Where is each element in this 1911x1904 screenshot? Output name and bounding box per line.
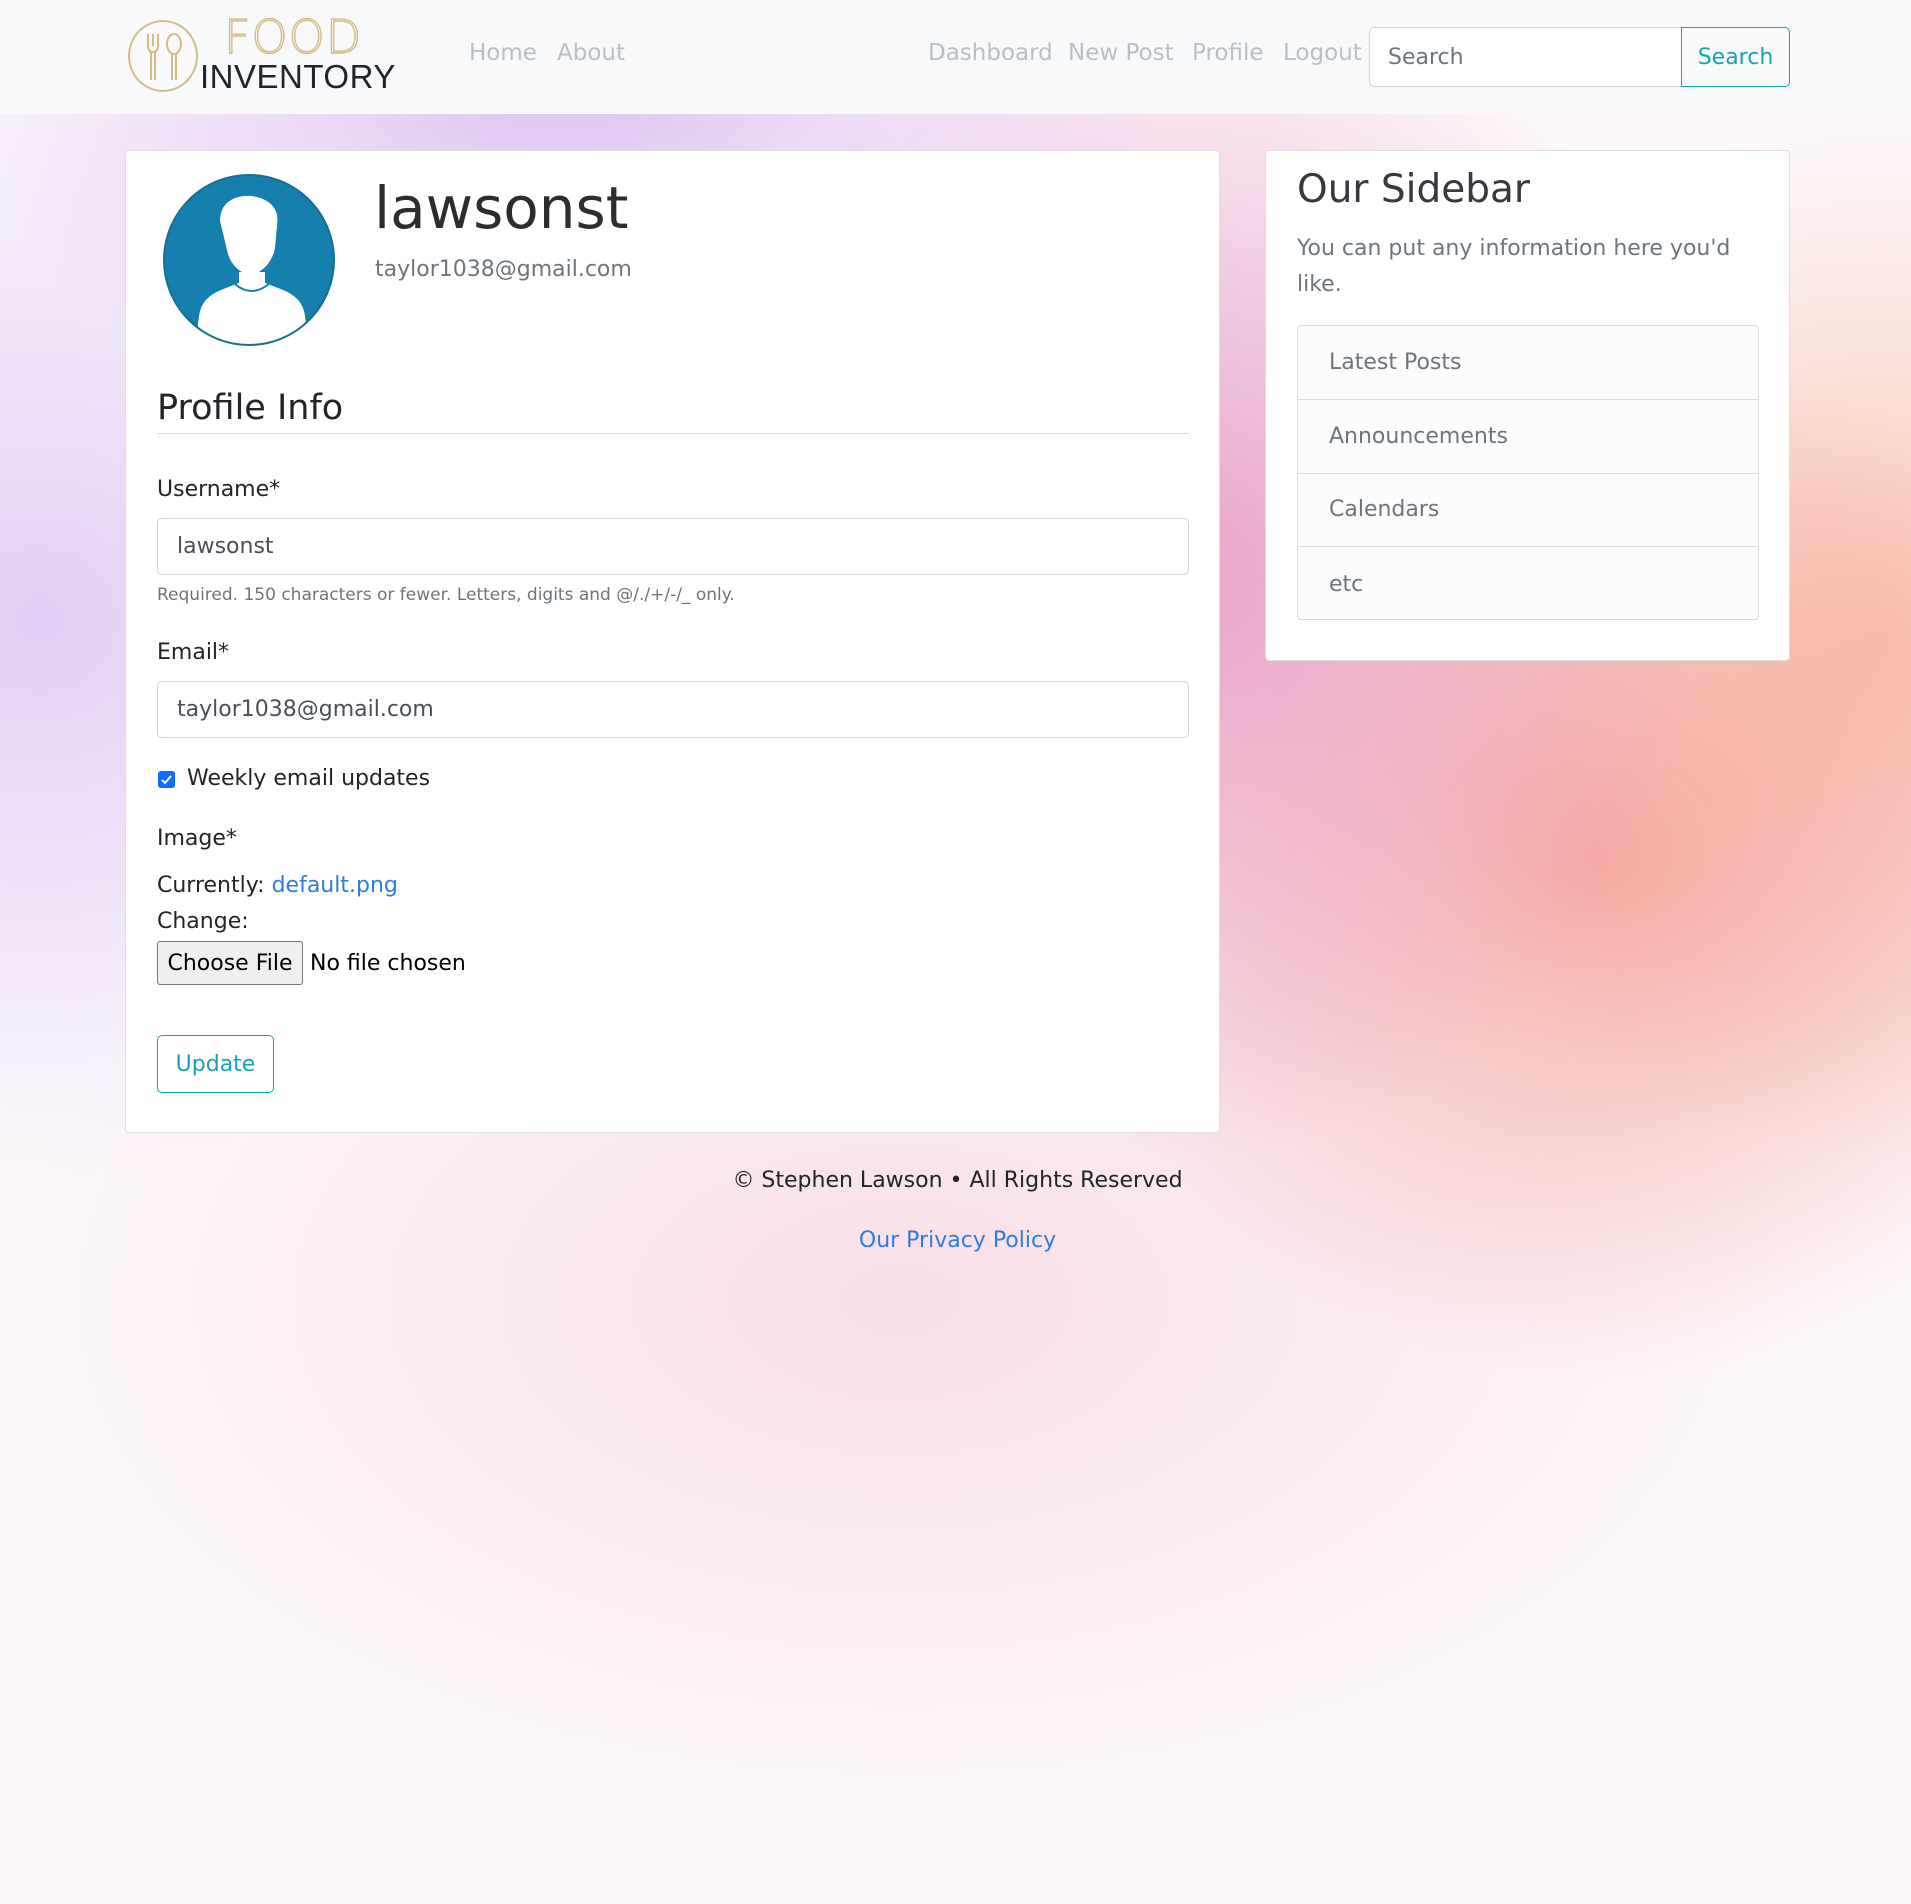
username-input[interactable]	[157, 518, 1189, 575]
nav-profile-link[interactable]: Profile	[1192, 42, 1264, 65]
sidebar-item-announcements[interactable]: Announcements	[1298, 400, 1758, 474]
search-input[interactable]	[1369, 27, 1682, 87]
nav-new-post-link[interactable]: New Post	[1068, 42, 1174, 65]
sidebar-card: Our Sidebar You can put any information …	[1265, 150, 1790, 661]
username-label: Username*	[157, 477, 281, 502]
nav-about-link[interactable]: About	[557, 42, 625, 65]
section-divider	[157, 433, 1189, 434]
profile-email-text: taylor1038@gmail.com	[375, 257, 632, 282]
choose-file-button[interactable]: Choose File	[157, 941, 303, 985]
nav-home-link[interactable]: Home	[469, 42, 537, 65]
weekly-updates-checkbox[interactable]	[158, 771, 175, 788]
sidebar-list: Latest Posts Announcements Calendars etc	[1297, 325, 1759, 620]
fork-spoon-icon	[128, 20, 198, 92]
nav-dashboard-link[interactable]: Dashboard	[928, 42, 1053, 65]
update-button[interactable]: Update	[157, 1035, 274, 1093]
username-help-text: Required. 150 characters or fewer. Lette…	[157, 585, 735, 605]
sidebar-title: Our Sidebar	[1297, 167, 1530, 212]
sidebar-item-latest-posts[interactable]: Latest Posts	[1298, 326, 1758, 400]
sidebar-description: You can put any information here you'd l…	[1297, 236, 1731, 297]
nav-logout-link[interactable]: Logout	[1283, 42, 1362, 65]
privacy-policy-link: Our Privacy Policy	[0, 1228, 1911, 1253]
email-input[interactable]	[157, 681, 1189, 738]
navbar: FOOD INVENTORY Home About Dashboard New …	[0, 0, 1911, 114]
checkmark-icon	[161, 775, 172, 785]
search-button[interactable]: Search	[1681, 27, 1790, 87]
logo-inventory-text: INVENTORY	[200, 58, 396, 95]
profile-username-heading: lawsonst	[374, 174, 629, 242]
current-image-link[interactable]: default.png	[272, 873, 398, 898]
currently-label: Currently: default.png	[157, 873, 398, 898]
privacy-policy-anchor[interactable]: Our Privacy Policy	[859, 1228, 1056, 1253]
change-label: Change:	[157, 909, 249, 934]
sidebar-item-etc[interactable]: etc	[1298, 547, 1758, 619]
currently-text: Currently:	[157, 873, 265, 898]
food-inventory-logo[interactable]: FOOD INVENTORY	[128, 13, 432, 95]
profile-info-heading: Profile Info	[157, 388, 344, 428]
image-label: Image*	[157, 826, 237, 851]
user-silhouette-icon	[163, 174, 335, 346]
sidebar-item-calendars[interactable]: Calendars	[1298, 474, 1758, 548]
weekly-updates-label[interactable]: Weekly email updates	[187, 766, 430, 791]
email-label: Email*	[157, 640, 230, 665]
footer-copyright: © Stephen Lawson • All Rights Reserved	[732, 1168, 1183, 1193]
logo-food-text: FOOD	[223, 10, 363, 64]
no-file-chosen-text: No file chosen	[310, 951, 466, 976]
profile-card: lawsonst taylor1038@gmail.com Profile In…	[125, 150, 1220, 1133]
